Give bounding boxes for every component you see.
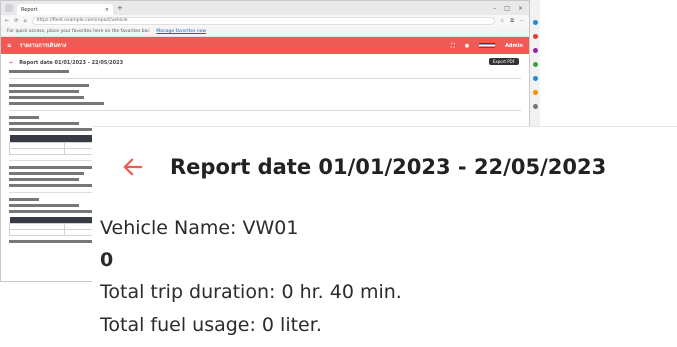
favorite-star-icon[interactable]: ☆ (500, 18, 504, 24)
sidebar-office-icon[interactable] (532, 76, 538, 81)
new-tab-icon[interactable]: + (117, 4, 123, 12)
sidebar-games-icon[interactable] (532, 62, 538, 67)
vehicle-value: 0 (100, 249, 114, 271)
sidebar-search-icon[interactable] (532, 20, 538, 25)
report-title: Report date 01/01/2023 - 22/05/2023 (170, 155, 607, 179)
window-controls: – □ × (493, 5, 529, 12)
bg-table-cell (9, 147, 65, 155)
bg-table-header (9, 135, 64, 142)
collections-icon[interactable]: ⧉ (510, 18, 514, 24)
infobar-text: For quick access, place your favorites h… (7, 29, 151, 34)
trip-duration: Total trip duration: 0 hr. 40 min. (100, 281, 402, 303)
bg-text-line (9, 128, 94, 131)
browser-tab[interactable]: Report × (17, 4, 113, 15)
hamburger-icon[interactable]: ≡ (7, 43, 12, 49)
favorites-infobar: For quick access, place your favorites h… (1, 27, 529, 37)
sidebar-tools-icon[interactable] (532, 48, 538, 53)
bg-divider (9, 78, 521, 79)
bg-divider (9, 110, 521, 111)
bg-text-line (9, 116, 39, 119)
bg-text-line (9, 96, 84, 99)
browser-tab-title: Report (21, 6, 38, 13)
notification-icon[interactable]: ● (465, 43, 469, 49)
bg-back-arrow-icon[interactable]: ← (9, 60, 13, 66)
bg-table-header (9, 216, 64, 224)
window-menu-icon[interactable] (5, 4, 13, 12)
bg-text-line (9, 90, 79, 93)
fuel-usage: Total fuel usage: 0 liter. (100, 314, 322, 336)
nav-back-icon[interactable]: ← (5, 18, 9, 24)
report-title-row: Report date 01/01/2023 - 22/05/2023 (122, 155, 606, 179)
bg-text-line (9, 197, 39, 201)
language-flag-icon[interactable] (479, 43, 496, 48)
settings-more-icon[interactable]: ⋯ (520, 18, 525, 24)
bg-report-title-row: ← Report date 01/01/2023 - 22/05/2023 (9, 60, 521, 66)
refresh-icon[interactable]: ⟳ (14, 18, 18, 24)
bg-text-line (9, 70, 69, 73)
sidebar-outlook-icon[interactable] (532, 90, 538, 95)
home-icon[interactable]: ⌂ (23, 18, 26, 24)
fullscreen-icon[interactable]: ⛶ (451, 43, 455, 49)
vehicle-name: Vehicle Name: VW01 (100, 217, 299, 239)
infobar-link[interactable]: Manage favorites now (156, 29, 206, 34)
bg-text-line (9, 84, 89, 87)
browser-edge-sidebar (530, 0, 540, 128)
app-title: รายงานการเดินทาง (19, 42, 67, 49)
bg-text-line (9, 102, 104, 105)
close-window-icon[interactable]: × (518, 5, 523, 12)
bg-text-line (9, 165, 99, 169)
bg-text-line (9, 203, 79, 207)
bg-text-line (9, 183, 94, 187)
maximize-icon[interactable]: □ (504, 5, 510, 12)
bg-text-line (9, 122, 79, 125)
user-name[interactable]: Admin (505, 43, 523, 49)
app-header: ≡ รายงานการเดินทาง ⛶ ● Admin (1, 37, 529, 54)
minimize-icon[interactable]: – (493, 5, 496, 12)
extension-icons: ☆ ⧉ ⋯ (500, 18, 525, 24)
export-button[interactable]: Export PDF (488, 58, 519, 65)
bg-text-line (9, 209, 94, 213)
bg-text-line (9, 171, 84, 175)
address-bar: ← ⟳ ⌂ https://fleet.example.com/report/v… (1, 15, 529, 27)
sidebar-add-icon[interactable] (532, 104, 538, 109)
browser-tabstrip: Report × + – □ × (1, 1, 529, 15)
bg-report-title: Report date 01/01/2023 - 22/05/2023 (19, 60, 124, 66)
bg-text-line (9, 177, 79, 181)
back-arrow-icon[interactable] (122, 156, 144, 178)
sidebar-shopping-icon[interactable] (532, 34, 538, 39)
url-field[interactable]: https://fleet.example.com/report/vehicle (31, 17, 495, 25)
zoomed-report-panel: Report date 01/01/2023 - 22/05/2023 Vehi… (92, 126, 677, 347)
screenshot-stage: Report × + – □ × ← ⟳ ⌂ https://fleet.exa… (0, 0, 677, 347)
tab-close-icon[interactable]: × (105, 7, 109, 13)
app-header-icons: ⛶ ● Admin (451, 43, 523, 49)
bg-table-cell (9, 229, 65, 236)
